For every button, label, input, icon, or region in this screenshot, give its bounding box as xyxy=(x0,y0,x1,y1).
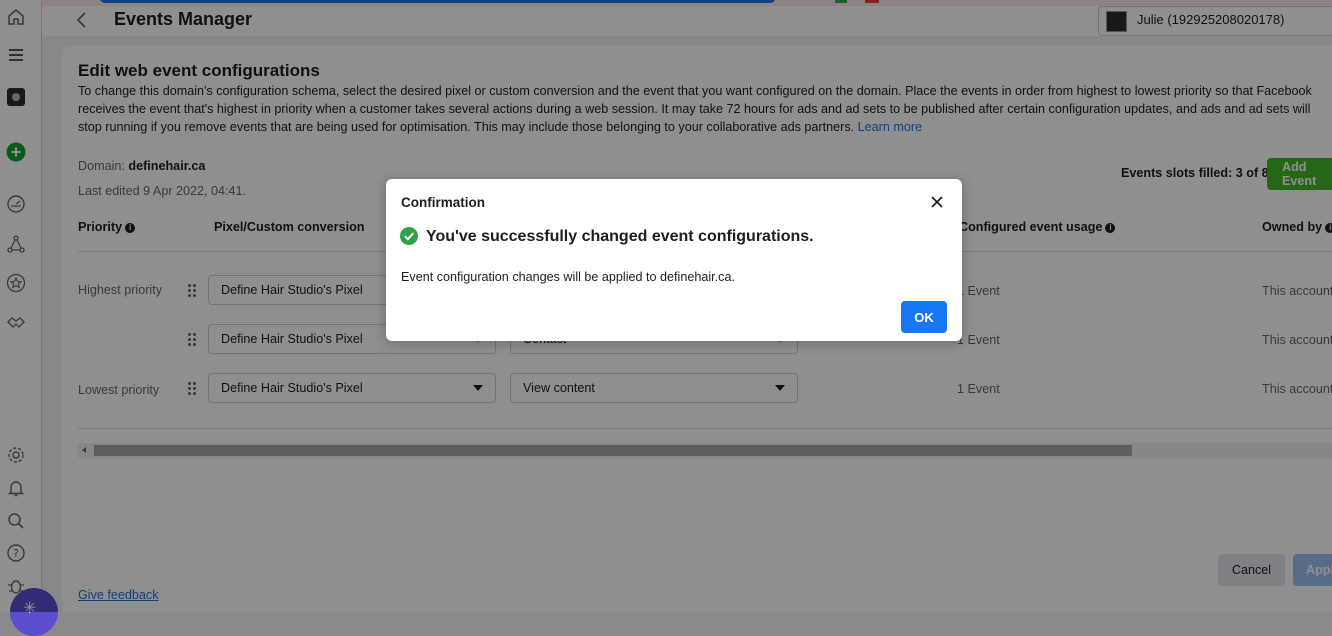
dialog-heading: You've successfully changed event config… xyxy=(426,228,814,245)
close-icon[interactable] xyxy=(928,193,946,211)
ok-button[interactable]: OK xyxy=(901,301,947,333)
dialog-title: Confirmation xyxy=(401,195,485,210)
dialog-body: Event configuration changes will be appl… xyxy=(401,270,735,284)
success-check-icon xyxy=(400,227,418,245)
confirmation-dialog: Confirmation You've successfully changed… xyxy=(386,179,962,341)
